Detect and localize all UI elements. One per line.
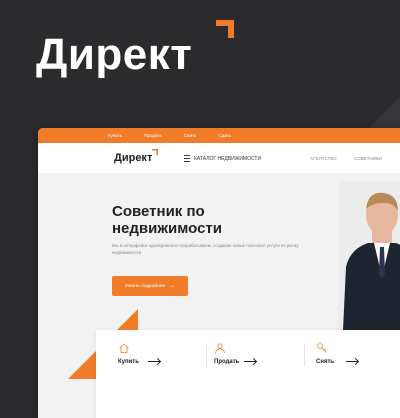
divider: [206, 344, 207, 366]
action-label-sell: Продать: [214, 359, 240, 365]
brand-mark-icon: [216, 20, 234, 38]
top-nav-bar: Купить Продать Снять Сдать: [38, 128, 400, 143]
brand-title: Директ: [36, 30, 193, 79]
arrow-right-icon: →: [169, 283, 176, 289]
site-header: Директ КАТАЛОГ НЕДВИЖИМОСТИ АГЕНТСТВО СО…: [38, 143, 400, 174]
hero-title: Советник по недвижимости: [112, 203, 222, 237]
key-icon: [317, 343, 327, 353]
menu-icon: [184, 155, 190, 162]
action-card-rent[interactable]: Снять: [316, 342, 396, 382]
topnav-link-lease[interactable]: Сдать: [218, 133, 231, 138]
header-link-advisors[interactable]: СОВЕТНИКИ: [354, 156, 382, 161]
divider: [304, 344, 305, 366]
house-icon: [119, 343, 129, 353]
action-label-buy: Купить: [118, 359, 139, 365]
seller-icon: [215, 343, 225, 354]
catalog-menu-button[interactable]: КАТАЛОГ НЕДВИЖИМОСТИ: [184, 155, 261, 162]
learn-more-label: Узнать подробнее: [124, 283, 166, 289]
action-card-sell[interactable]: Продать: [214, 342, 294, 382]
quick-actions-panel: Купить Продать Снять: [96, 330, 400, 418]
logo-mark-icon: [152, 149, 158, 155]
action-label-rent: Снять: [316, 359, 335, 365]
arrow-right-icon: [346, 361, 358, 362]
hero-subtitle: Мы в интерфейсе одновременно прорабатыва…: [112, 243, 299, 255]
action-card-buy[interactable]: Купить: [118, 342, 198, 382]
learn-more-button[interactable]: Узнать подробнее →: [112, 276, 188, 296]
arrow-right-icon: [148, 361, 160, 362]
topnav-link-sell[interactable]: Продать: [144, 133, 162, 138]
header-link-agency[interactable]: АГЕНТСТВО: [310, 156, 337, 161]
arrow-right-icon: [244, 361, 256, 362]
topnav-link-buy[interactable]: Купить: [108, 133, 122, 138]
site-logo[interactable]: Директ: [114, 152, 152, 164]
advisor-photo: [338, 181, 400, 351]
website-mockup: Купить Продать Снять Сдать Директ КАТАЛО…: [38, 128, 400, 418]
hero-section: Советник по недвижимости Мы в интерфейсе…: [38, 173, 400, 418]
topnav-link-rent[interactable]: Снять: [184, 133, 197, 138]
catalog-label: КАТАЛОГ НЕДВИЖИМОСТИ: [194, 155, 262, 162]
